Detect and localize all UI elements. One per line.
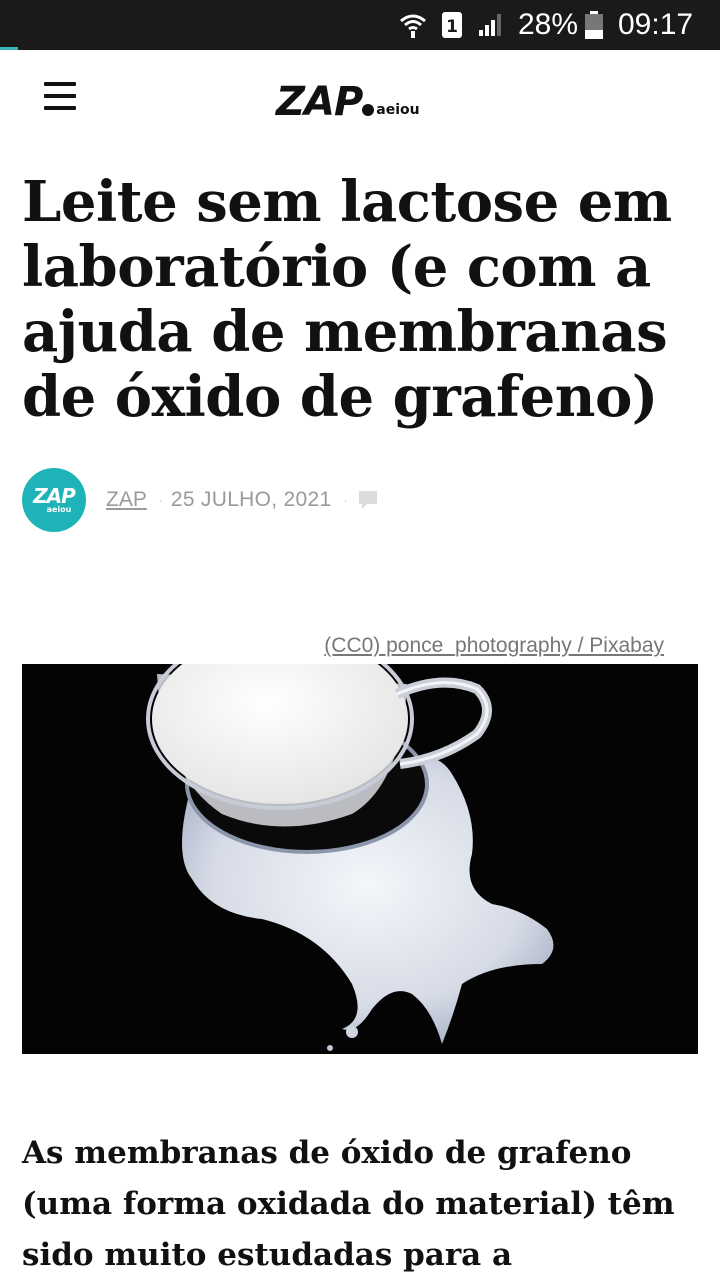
article-hero-image <box>22 664 698 1054</box>
article-meta: ZAP aeiou ZAP · 25 JULHO, 2021 · <box>22 468 702 532</box>
author-link[interactable]: ZAP <box>106 488 147 512</box>
logo-wordmark: ZAP <box>276 79 363 125</box>
battery-percent: 28% <box>518 8 579 41</box>
publish-date: 25 JULHO, 2021 <box>170 488 332 511</box>
logo-dot <box>362 104 375 116</box>
image-credit-link[interactable]: (CC0) ponce_photography / Pixabay <box>324 634 664 658</box>
site-header: ZAP aeiou <box>0 50 720 150</box>
hamburger-menu-icon[interactable] <box>44 82 80 114</box>
article-lead: As membranas de óxido de grafeno (uma fo… <box>22 1135 675 1273</box>
site-logo[interactable]: ZAP aeiou <box>276 78 420 122</box>
status-bar: 1 28% 09:17 <box>0 0 720 50</box>
meta-separator: · <box>343 493 348 507</box>
signal-icon <box>477 0 507 50</box>
comment-icon[interactable] <box>357 489 379 511</box>
clock: 09:17 <box>618 8 694 41</box>
svg-text:1: 1 <box>446 17 458 37</box>
author-avatar[interactable]: ZAP aeiou <box>22 468 86 532</box>
meta-separator: · <box>158 493 163 507</box>
sim-icon: 1 <box>441 0 465 50</box>
wifi-icon <box>398 0 432 50</box>
article-title: Leite sem lactose em laboratório (e com … <box>22 169 672 430</box>
battery-icon <box>584 0 606 50</box>
avatar-wordmark: ZAP <box>33 484 76 508</box>
logo-subtext: aeiou <box>376 102 420 118</box>
avatar-subtext: aeiou <box>46 505 72 514</box>
